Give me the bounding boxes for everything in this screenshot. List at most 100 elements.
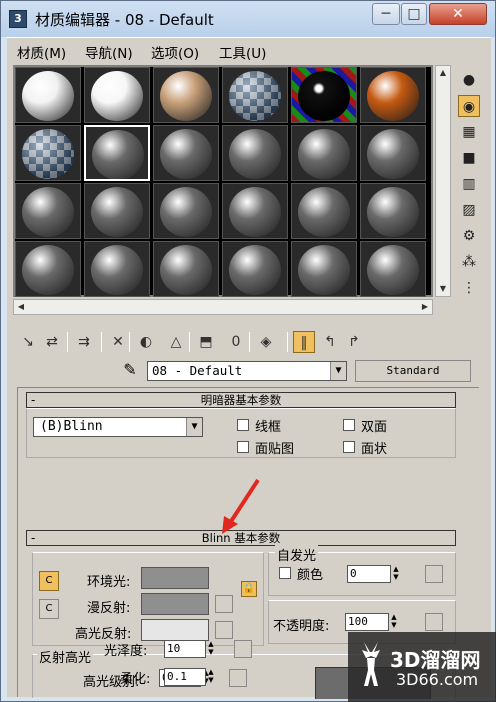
sample-slot[interactable] (15, 241, 81, 297)
select-by-material-icon[interactable]: ⁂ (458, 251, 480, 273)
opacity-label: 不透明度: (273, 619, 330, 634)
menu-material[interactable]: 材质(M) (17, 42, 66, 62)
chevron-down-icon[interactable]: ▼ (330, 362, 346, 380)
go-to-parent-icon[interactable]: ↰ (319, 331, 341, 353)
sample-slot[interactable] (291, 67, 357, 123)
specular-highlights-group: 反射高光 高光级别: 0 ▲ ▼ (32, 647, 456, 699)
menu-utilities[interactable]: 工具(U) (219, 42, 266, 62)
show-map-in-viewport-icon[interactable]: ◈ (255, 331, 277, 353)
sample-slot[interactable] (360, 241, 426, 297)
bottom-toolbar: ↘ ⇄ ⇉ ✕ ◐ △ ⬒ 0 ◈ ‖ ↰ ↱ (15, 329, 485, 355)
app-icon: 3 (9, 10, 27, 28)
specular-level-map-button[interactable] (229, 669, 247, 687)
show-end-result-icon[interactable]: ‖ (293, 331, 315, 353)
shader-type-dropdown[interactable]: (B)Blinn ▼ (33, 417, 203, 437)
make-unique-icon[interactable]: △ (165, 331, 187, 353)
material-name-field[interactable]: 08 - Default ▼ (147, 361, 347, 381)
sample-slots-horizontal-scrollbar[interactable]: ◀ ▶ (13, 299, 433, 315)
scroll-down-icon[interactable]: ▼ (436, 282, 450, 296)
opacity-map-button[interactable] (425, 613, 443, 631)
diffuse-map-button[interactable] (215, 595, 233, 613)
face-map-checkbox[interactable] (237, 441, 249, 453)
sample-slot[interactable] (291, 125, 357, 181)
lock-ambient-icon[interactable]: C (39, 571, 59, 591)
sample-slot[interactable] (291, 241, 357, 297)
assign-to-selection-icon[interactable]: ⇉ (73, 331, 95, 353)
sample-slot[interactable] (360, 125, 426, 181)
sample-slot[interactable] (360, 183, 426, 239)
spinner-arrows-icon[interactable]: ▲ ▼ (201, 669, 211, 687)
sample-slot[interactable] (222, 183, 288, 239)
menu-options[interactable]: 选项(O) (151, 42, 199, 62)
wire-checkbox[interactable] (237, 419, 249, 431)
specular-color-swatch[interactable] (141, 619, 209, 641)
lock-icon[interactable]: 🔒 (241, 581, 257, 597)
uv-tiling-icon[interactable]: ■ (458, 147, 480, 169)
sample-slot[interactable] (84, 241, 150, 297)
specular-label: 高光反射: (75, 627, 132, 642)
sample-slot[interactable] (360, 67, 426, 123)
background-icon[interactable]: ▦ (458, 121, 480, 143)
sample-slot[interactable] (84, 125, 150, 181)
sample-slot[interactable] (153, 183, 219, 239)
spinner-arrows-icon[interactable]: ▲ ▼ (389, 613, 399, 631)
video-color-check-icon[interactable]: ▥ (458, 173, 480, 195)
shader-basic-params-rollout-header[interactable]: - 明暗器基本参数 (26, 392, 456, 408)
material-sphere-icon (22, 245, 74, 295)
chevron-down-icon[interactable]: ▼ (186, 418, 202, 436)
make-preview-icon[interactable]: ▨ (458, 199, 480, 221)
sample-slot[interactable] (222, 125, 288, 181)
reset-map-icon[interactable]: ✕ (107, 331, 129, 353)
copy-material-icon[interactable]: ◐ (135, 331, 157, 353)
blinn-basic-params-rollout-header[interactable]: - Blinn 基本参数 (26, 530, 456, 546)
sample-slot[interactable] (291, 183, 357, 239)
scroll-up-icon[interactable]: ▲ (436, 66, 450, 80)
sample-type-icon[interactable]: ● (458, 69, 480, 91)
sample-slot[interactable] (84, 183, 150, 239)
backlight-icon[interactable]: ◉ (458, 95, 480, 117)
toolbar-separator (129, 332, 130, 352)
self-illumination-group: 自发光 颜色 0 ▲ ▼ (268, 545, 456, 596)
ambient-color-swatch[interactable] (141, 567, 209, 589)
scroll-right-icon[interactable]: ▶ (418, 300, 432, 314)
material-sphere-icon (229, 187, 281, 237)
shader-type-value: (B)Blinn (40, 419, 103, 434)
specular-map-button[interactable] (215, 621, 233, 639)
faceted-label: 面状 (361, 442, 388, 457)
spinner-arrows-icon[interactable]: ▲ ▼ (391, 565, 401, 583)
maximize-button[interactable]: □ (401, 3, 427, 25)
get-material-icon[interactable]: ↘ (17, 331, 39, 353)
sample-slot[interactable] (222, 67, 288, 123)
pick-material-from-object-icon[interactable]: ✎ (119, 359, 141, 381)
sample-slot[interactable] (153, 125, 219, 181)
material-effects-channel-icon[interactable]: 0 (225, 331, 247, 353)
sample-slot[interactable] (15, 125, 81, 181)
sample-slot[interactable] (153, 67, 219, 123)
go-forward-sibling-icon[interactable]: ↱ (343, 331, 365, 353)
sample-slot[interactable] (222, 241, 288, 297)
options-icon[interactable]: ⚙ (458, 225, 480, 247)
specular-highlights-title: 反射高光 (37, 647, 94, 666)
minimize-button[interactable]: ─ (372, 3, 400, 25)
close-button[interactable]: ✕ (429, 3, 487, 25)
diffuse-color-swatch[interactable] (141, 593, 209, 615)
specular-level-spinner[interactable]: 0 (159, 669, 201, 687)
material-navigator-icon[interactable]: ⋮ (458, 277, 480, 299)
sample-slot[interactable] (84, 67, 150, 123)
put-to-library-icon[interactable]: ⬒ (195, 331, 217, 353)
opacity-spinner[interactable]: 100 (345, 613, 389, 631)
two-sided-checkbox[interactable] (343, 419, 355, 431)
material-type-button[interactable]: Standard (355, 360, 471, 382)
faceted-checkbox[interactable] (343, 441, 355, 453)
self-illum-color-checkbox[interactable] (279, 567, 291, 579)
put-to-scene-icon[interactable]: ⇄ (41, 331, 63, 353)
sample-slots-vertical-scrollbar[interactable]: ▲ ▼ (435, 65, 451, 297)
self-illum-map-button[interactable] (425, 565, 443, 583)
menu-navigation[interactable]: 导航(N) (85, 42, 133, 62)
sample-slot[interactable] (153, 241, 219, 297)
self-illum-spinner[interactable]: 0 (347, 565, 391, 583)
scroll-left-icon[interactable]: ◀ (14, 300, 28, 314)
sample-slot[interactable] (15, 67, 81, 123)
lock-specular-icon[interactable]: C (39, 599, 59, 619)
sample-slot[interactable] (15, 183, 81, 239)
